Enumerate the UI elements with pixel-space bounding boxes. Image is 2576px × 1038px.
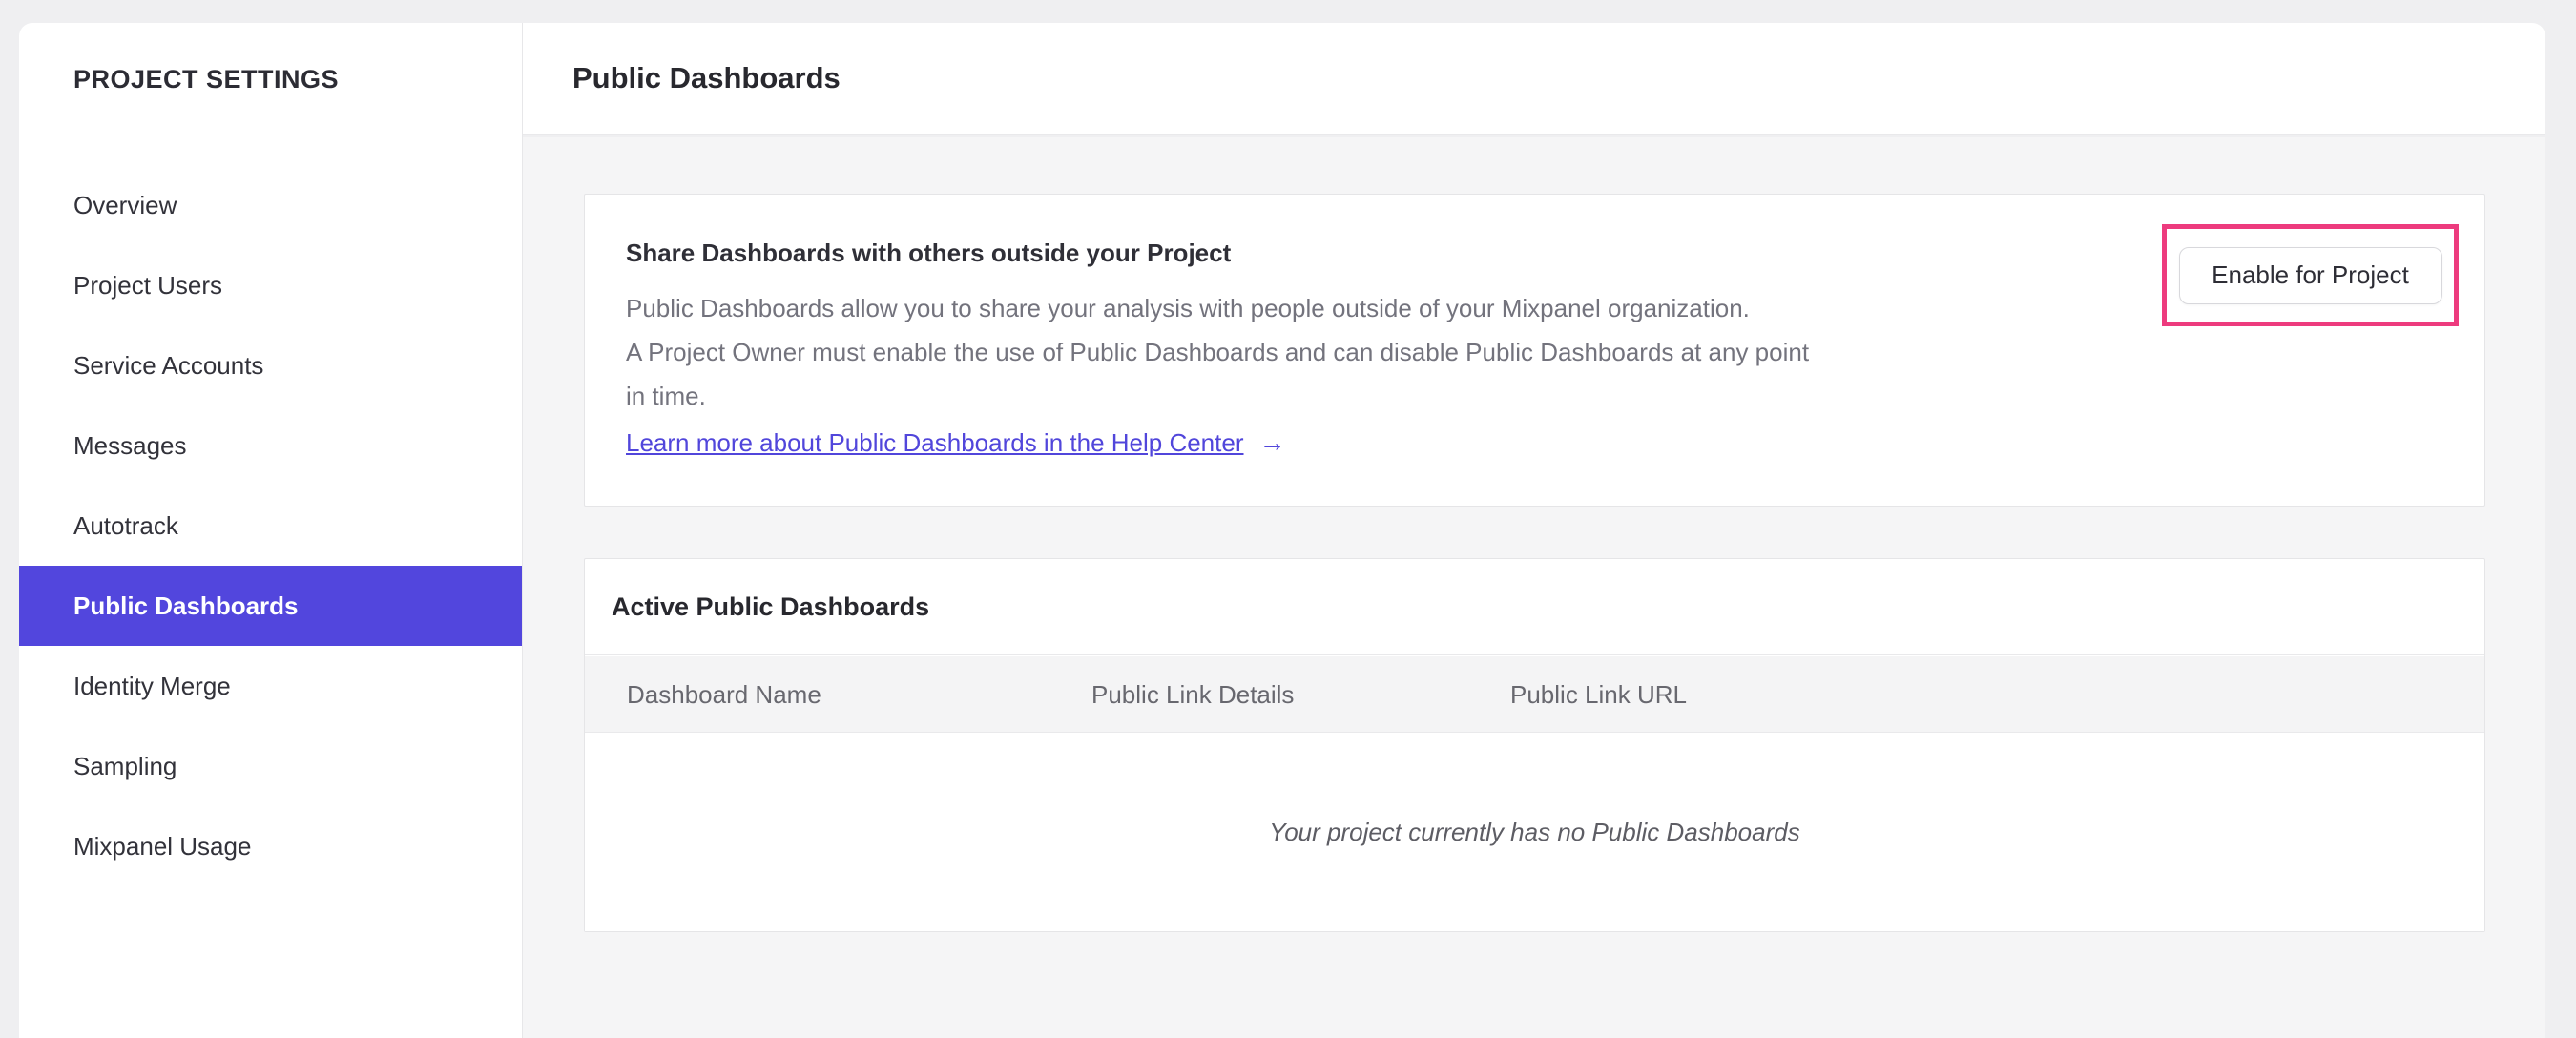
app-window: PROJECT SETTINGS Overview Project Users …	[19, 23, 2545, 1038]
share-card-heading: Share Dashboards with others outside you…	[626, 239, 1232, 267]
active-dashboards-title-row: Active Public Dashboards	[585, 559, 2484, 655]
dashboards-table-header: Dashboard Name Public Link Details Publi…	[585, 656, 2484, 733]
sidebar-item-identity-merge[interactable]: Identity Merge	[19, 646, 522, 726]
column-header-public-link-url: Public Link URL	[1510, 679, 1687, 709]
project-settings-sidebar: PROJECT SETTINGS Overview Project Users …	[19, 23, 523, 1038]
dashboards-table-body: Your project currently has no Public Das…	[585, 734, 2484, 931]
sidebar-item-messages[interactable]: Messages	[19, 405, 522, 486]
sidebar-item-autotrack[interactable]: Autotrack	[19, 486, 522, 566]
sidebar-title: PROJECT SETTINGS	[73, 65, 340, 93]
enable-for-project-button[interactable]: Enable for Project	[2178, 246, 2442, 304]
sidebar-item-mixpanel-usage[interactable]: Mixpanel Usage	[19, 806, 522, 886]
sidebar-item-service-accounts[interactable]: Service Accounts	[19, 325, 522, 405]
share-dashboards-card: Share Dashboards with others outside you…	[584, 194, 2485, 507]
sidebar-item-project-users[interactable]: Project Users	[19, 245, 522, 325]
sidebar-nav: Overview Project Users Service Accounts …	[19, 165, 522, 886]
main-area: Public Dashboards Share Dashboards with …	[523, 23, 2545, 1038]
active-dashboards-title: Active Public Dashboards	[612, 592, 930, 621]
sidebar-item-sampling[interactable]: Sampling	[19, 726, 522, 806]
share-card-description: Public Dashboards allow you to share you…	[626, 286, 1809, 418]
sidebar-item-overview[interactable]: Overview	[19, 165, 522, 245]
share-card-description-line-1: Public Dashboards allow you to share you…	[626, 294, 1750, 322]
arrow-right-icon: →	[1258, 427, 1286, 457]
share-card-description-line-2: A Project Owner must enable the use of P…	[626, 338, 1810, 366]
column-header-public-link-details: Public Link Details	[1091, 679, 1295, 709]
empty-state-message: Your project currently has no Public Das…	[1269, 818, 1800, 846]
page-header: Public Dashboards	[523, 23, 2545, 135]
page-title: Public Dashboards	[572, 61, 841, 94]
active-dashboards-card: Active Public Dashboards Dashboard Name …	[584, 558, 2485, 932]
page: PROJECT SETTINGS Overview Project Users …	[0, 0, 2576, 1038]
main-content: Share Dashboards with others outside you…	[523, 137, 2545, 1038]
help-center-link-row: Learn more about Public Dashboards in th…	[626, 427, 1286, 458]
sidebar-item-public-dashboards[interactable]: Public Dashboards	[19, 566, 522, 646]
column-header-dashboard-name: Dashboard Name	[627, 679, 821, 709]
share-card-description-line-3: in time.	[626, 382, 706, 410]
help-center-link[interactable]: Learn more about Public Dashboards in th…	[626, 428, 1244, 458]
highlight-annotation-box: Enable for Project	[2162, 224, 2459, 326]
